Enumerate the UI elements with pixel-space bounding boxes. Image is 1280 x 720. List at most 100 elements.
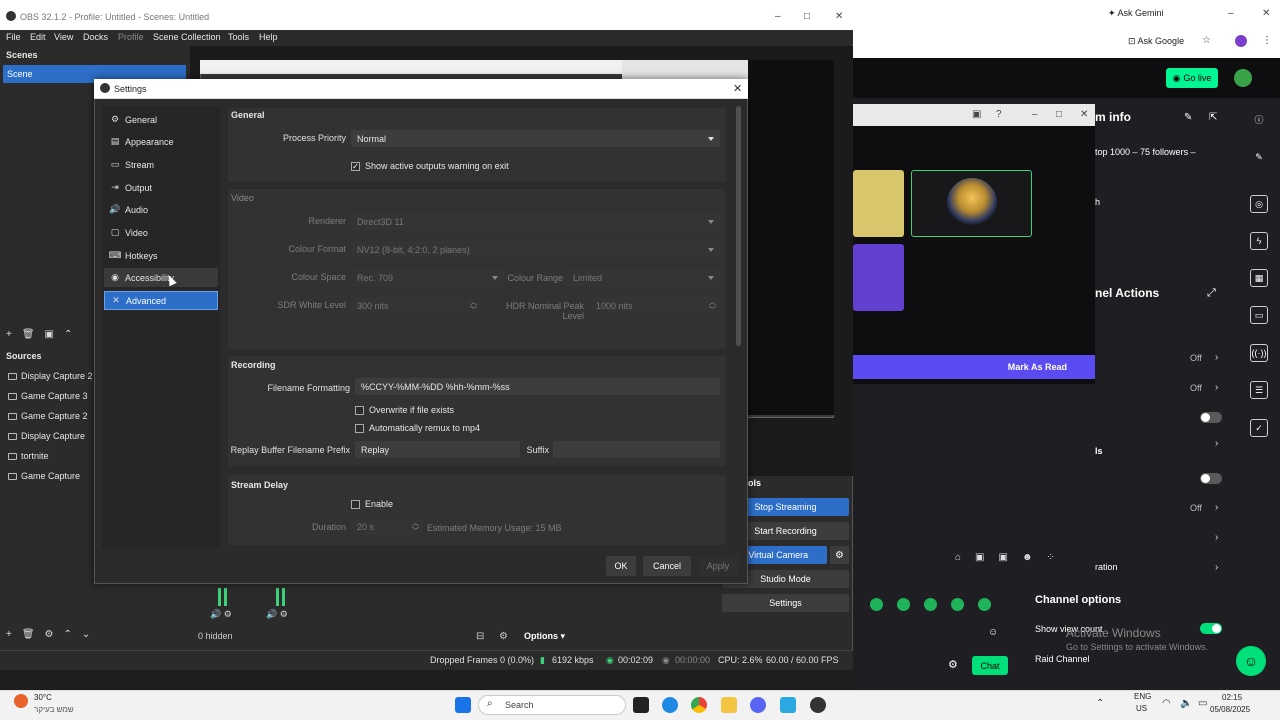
menu-edit[interactable]: Edit xyxy=(30,32,46,42)
file-explorer-icon[interactable] xyxy=(721,697,737,713)
chevron-right-icon[interactable]: › xyxy=(1215,382,1218,393)
popout-close-icon[interactable]: ✕ xyxy=(1080,109,1088,120)
obs-taskbar-icon[interactable] xyxy=(810,697,826,713)
emote-icon[interactable] xyxy=(897,598,910,611)
chat-bubble-icon[interactable]: ▭ xyxy=(1250,306,1268,324)
nav-accessibility[interactable]: ◉ Accessibility xyxy=(104,268,218,287)
menu-tools[interactable]: Tools xyxy=(228,32,249,42)
overwrite-checkbox[interactable]: Overwrite if file exists xyxy=(355,405,454,415)
menu-profile[interactable]: Profile xyxy=(118,32,144,42)
toggle-switch[interactable] xyxy=(1200,473,1222,484)
pencil-icon[interactable]: ✎ xyxy=(1250,148,1268,166)
go-live-button[interactable]: ◉ Go live xyxy=(1166,68,1218,88)
battery-icon[interactable]: ▭ xyxy=(1198,698,1207,709)
close-icon[interactable]: ✕ xyxy=(733,82,742,95)
edge-icon[interactable] xyxy=(662,697,678,713)
support-icon[interactable]: ☺ xyxy=(1236,646,1266,676)
broadcast-icon[interactable]: ((·)) xyxy=(1250,344,1268,362)
info-icon[interactable]: ⓘ xyxy=(1250,110,1268,128)
chat-button[interactable]: Chat xyxy=(972,656,1008,675)
menu-scene-collection[interactable]: Scene Collection xyxy=(153,32,221,42)
browser-minimize-icon[interactable]: – xyxy=(1228,8,1234,19)
nav-advanced[interactable]: ✕ Advanced xyxy=(104,291,218,310)
process-priority-select[interactable]: Normal xyxy=(351,130,720,147)
volume-icon[interactable]: 🔈 xyxy=(1180,698,1192,709)
tray-chevron-icon[interactable]: ⌃ xyxy=(1096,698,1104,709)
user-avatar[interactable] xyxy=(1234,69,1252,87)
wifi-icon[interactable]: ◠ xyxy=(1162,698,1171,709)
show-warning-checkbox[interactable]: ✓ Show active outputs warning on exit xyxy=(351,161,509,171)
duration-spinbox[interactable]: 20 s ︿ ﹀ xyxy=(351,518,423,535)
filename-formatting-input[interactable]: %CCYY-%MM-%DD %hh-%mm-%ss xyxy=(355,378,720,395)
target-icon[interactable]: ◎ xyxy=(1250,195,1268,213)
nav-general[interactable]: ⚙ General xyxy=(104,110,218,129)
ask-gemini-button[interactable]: ✦ Ask Gemini xyxy=(1108,8,1188,22)
chevron-right-icon[interactable]: › xyxy=(1215,438,1218,449)
trash-icon[interactable]: 🗑 xyxy=(22,629,35,640)
chrome-menu-icon[interactable]: ⋮ xyxy=(1262,35,1272,46)
renderer-select[interactable]: Direct3D 11 xyxy=(351,213,720,230)
profile-avatar[interactable] xyxy=(1235,35,1247,47)
spin-up-icon[interactable]: ︿ xyxy=(412,520,419,527)
popout-maximize-icon[interactable]: □ xyxy=(1056,109,1062,120)
spin-down-icon[interactable]: ﹀ xyxy=(412,528,419,535)
source-item[interactable]: Game Capture 3 xyxy=(8,391,88,401)
language-code[interactable]: ENG xyxy=(1134,692,1151,701)
help-icon[interactable]: ? xyxy=(996,109,1002,120)
wrench-icon[interactable]: ✓ xyxy=(1250,419,1268,437)
up-icon[interactable]: ⌃ xyxy=(64,329,72,340)
stream-delay-enable-checkbox[interactable]: Enable xyxy=(351,499,393,509)
clock-date[interactable]: 05/08/2025 xyxy=(1210,705,1250,714)
expand-icon[interactable]: ⤢ xyxy=(1207,287,1216,300)
emote-icon[interactable] xyxy=(951,598,964,611)
nav-hotkeys[interactable]: ⌨ Hotkeys xyxy=(104,246,218,265)
clock-time[interactable]: 02:15 xyxy=(1222,693,1242,702)
nav-stream[interactable]: ▭ Stream xyxy=(104,155,218,174)
colour-format-select[interactable]: NV12 (8-bit, 4:2:0, 2 planes) xyxy=(351,241,720,258)
sticker-icon[interactable]: ▣ xyxy=(999,552,1008,568)
weather-icon[interactable] xyxy=(14,694,28,708)
add-icon[interactable]: + xyxy=(6,629,12,640)
menu-view[interactable]: View xyxy=(54,32,73,42)
spin-down-icon[interactable]: ﹀ xyxy=(470,307,477,314)
nav-output[interactable]: ⇥ Output xyxy=(104,178,218,197)
start-icon[interactable] xyxy=(455,697,471,713)
chrome-icon[interactable] xyxy=(691,697,707,713)
transition-gear-icon[interactable]: ⚙ xyxy=(499,631,508,642)
emote-icon[interactable] xyxy=(924,598,937,611)
chevron-right-icon[interactable]: › xyxy=(1215,352,1218,363)
gear-icon[interactable]: ⚙ xyxy=(45,629,54,640)
popout-icon[interactable]: ▣ xyxy=(972,109,981,120)
layout-icon[interactable]: ⊟ xyxy=(476,631,484,642)
edit-pencil-icon[interactable]: ✎ xyxy=(1184,112,1192,123)
suffix-input[interactable] xyxy=(553,441,720,458)
taskbar-search[interactable]: Search xyxy=(478,695,626,715)
settings-scrollbar[interactable] xyxy=(736,106,741,346)
hdr-peak-spinbox[interactable]: 1000 nits ︿ ﹀ xyxy=(590,297,720,314)
gif-icon[interactable]: ▣ xyxy=(975,552,984,568)
speaker-icon[interactable]: 🔊 ⚙ xyxy=(266,609,288,620)
apply-button[interactable]: Apply xyxy=(697,556,739,576)
spin-up-icon[interactable]: ︿ xyxy=(709,299,716,306)
ok-button[interactable]: OK xyxy=(606,556,636,576)
app-icon[interactable] xyxy=(780,697,796,713)
remux-checkbox[interactable]: Automatically remux to mp4 xyxy=(355,423,480,433)
source-item[interactable]: Game Capture 2 xyxy=(8,411,88,421)
sdr-white-level-spinbox[interactable]: 300 nits ︿ ﹀ xyxy=(351,297,481,314)
emote-icon[interactable] xyxy=(870,598,883,611)
filter-icon[interactable]: ▣ xyxy=(45,329,54,340)
chevron-right-icon[interactable]: › xyxy=(1215,562,1218,573)
cancel-button[interactable]: Cancel xyxy=(643,556,691,576)
gift-icon[interactable]: ⌂ xyxy=(955,552,961,568)
lightning-icon[interactable]: ϟ xyxy=(1250,232,1268,250)
spin-up-icon[interactable]: ︿ xyxy=(470,299,477,306)
language-region[interactable]: US xyxy=(1136,704,1147,713)
browser-close-icon[interactable]: ✕ xyxy=(1262,8,1270,19)
clipboard-icon[interactable]: ▦ xyxy=(1250,269,1268,287)
settings-button[interactable]: Settings xyxy=(722,594,849,612)
emote-icon[interactable] xyxy=(978,598,991,611)
nav-audio[interactable]: 🔊 Audio xyxy=(104,200,218,219)
emote-icon[interactable]: ☻ xyxy=(1022,552,1033,568)
video-tile[interactable] xyxy=(853,170,904,237)
smiley-icon[interactable]: ☺ xyxy=(988,627,998,638)
